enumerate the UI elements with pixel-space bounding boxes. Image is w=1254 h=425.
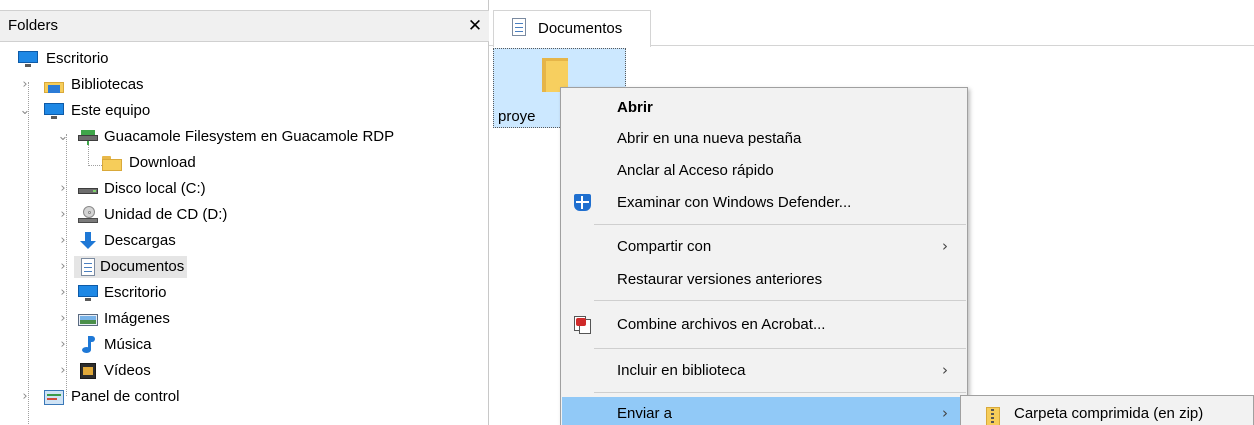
menu-separator: [594, 300, 966, 301]
tree-item-guacamole[interactable]: ⌄ Guacamole Filesystem en Guacamole RDP: [0, 124, 489, 150]
folder-icon: [101, 154, 123, 172]
chevron-right-icon[interactable]: ›: [56, 282, 70, 304]
folders-title: Folders: [8, 17, 59, 34]
menu-item-windows-defender[interactable]: Examinar con Windows Defender...: [562, 186, 968, 220]
menu-item-label: Carpeta comprimida (en zip): [1014, 405, 1204, 422]
context-menu: Abrir Abrir en una nueva pestaña Anclar …: [560, 87, 968, 425]
menu-item-incluir-biblioteca[interactable]: Incluir en biblioteca ›: [562, 354, 968, 388]
menu-item-abrir-nueva-pestana[interactable]: Abrir en una nueva pestaña: [562, 122, 968, 156]
menu-item-enviar-a[interactable]: Enviar a ›: [562, 397, 968, 425]
menu-item-label: Examinar con Windows Defender...: [617, 194, 852, 211]
send-to-submenu: Carpeta comprimida (en zip): [960, 395, 1254, 425]
control-panel-icon: [43, 388, 65, 406]
pictures-icon: [77, 310, 99, 328]
menu-separator: [594, 392, 966, 393]
tree-item-download[interactable]: Download: [0, 150, 489, 176]
tree-item-label: Descargas: [104, 232, 176, 249]
tree-item-imagenes[interactable]: › Imágenes: [0, 306, 489, 332]
tab-strip: Documentos: [489, 10, 1254, 47]
folders-pane: Folders ✕ Escritorio › Bibliotecas ⌄ Est…: [0, 0, 489, 425]
tree-item-label: Panel de control: [71, 388, 180, 405]
tree-item-label: Música: [104, 336, 152, 353]
tree-item-label: Disco local (C:): [104, 180, 206, 197]
tree-item-descargas[interactable]: › Descargas: [0, 228, 489, 254]
music-icon: [77, 336, 99, 354]
desktop-icon: [77, 284, 99, 302]
tree-item-escritorio-root[interactable]: Escritorio: [0, 46, 489, 72]
tree-item-disco-local[interactable]: › Disco local (C:): [0, 176, 489, 202]
tree-item-label: Download: [129, 154, 196, 171]
downloads-icon: [77, 232, 99, 250]
chevron-right-icon[interactable]: ›: [56, 204, 70, 226]
menu-item-label: Combine archivos en Acrobat...: [617, 316, 826, 333]
tree-item-label: Vídeos: [104, 362, 151, 379]
tree-item-unidad-cd[interactable]: › Unidad de CD (D:): [0, 202, 489, 228]
tree-item-label: Unidad de CD (D:): [104, 206, 228, 223]
menu-item-anclar-acceso-rapido[interactable]: Anclar al Acceso rápido: [562, 154, 968, 188]
chevron-right-icon[interactable]: ›: [56, 178, 70, 200]
chevron-right-icon[interactable]: ›: [56, 256, 70, 278]
network-drive-icon: [77, 128, 99, 146]
menu-item-compartir-con[interactable]: Compartir con ›: [562, 230, 968, 264]
menu-item-restaurar-versiones[interactable]: Restaurar versiones anteriores: [562, 263, 968, 297]
menu-item-label: Anclar al Acceso rápido: [617, 162, 774, 179]
chevron-right-icon[interactable]: ›: [56, 308, 70, 330]
tree-item-label: Escritorio: [46, 50, 109, 67]
menu-item-label: Restaurar versiones anteriores: [617, 271, 823, 288]
chevron-down-icon[interactable]: ⌄: [56, 126, 70, 148]
tree-item-musica[interactable]: › Música: [0, 332, 489, 358]
windows-defender-icon: [572, 193, 594, 213]
menu-item-abrir[interactable]: Abrir: [562, 91, 968, 125]
menu-item-label: Abrir en una nueva pestaña: [617, 130, 802, 147]
acrobat-icon: [572, 315, 594, 335]
libraries-icon: [43, 76, 65, 94]
tree-item-label: Este equipo: [71, 102, 151, 119]
cd-drive-icon: [77, 206, 99, 224]
menu-item-carpeta-comprimida[interactable]: Carpeta comprimida (en zip): [962, 398, 1254, 425]
menu-item-label: Incluir en biblioteca: [617, 362, 746, 379]
tree-item-escritorio[interactable]: › Escritorio: [0, 280, 489, 306]
file-name: proye: [498, 108, 536, 125]
chevron-right-icon[interactable]: ›: [56, 360, 70, 382]
tree-item-bibliotecas[interactable]: › Bibliotecas: [0, 72, 489, 98]
tree-item-videos[interactable]: › Vídeos: [0, 358, 489, 384]
chevron-right-icon[interactable]: ›: [56, 230, 70, 252]
menu-separator: [594, 224, 966, 225]
tree-item-panel-control[interactable]: › Panel de control: [0, 384, 489, 410]
tree-item-label: Bibliotecas: [71, 76, 144, 93]
chevron-right-icon[interactable]: ›: [56, 334, 70, 356]
chevron-right-icon: ›: [942, 404, 948, 422]
menu-item-label: Compartir con: [617, 238, 712, 255]
menu-item-combine-acrobat[interactable]: Combine archivos en Acrobat...: [562, 308, 968, 342]
tree-item-label: Escritorio: [104, 284, 167, 301]
tree-item-este-equipo[interactable]: ⌄ Este equipo: [0, 98, 489, 124]
chevron-right-icon: ›: [942, 237, 948, 255]
chevron-down-icon[interactable]: ⌄: [18, 100, 32, 122]
menu-item-label: Abrir: [617, 99, 653, 116]
tree-item-documentos[interactable]: › Documentos: [0, 254, 489, 280]
videos-icon: [77, 362, 99, 380]
documents-icon: [77, 258, 99, 276]
zip-folder-icon: [972, 405, 1000, 425]
documents-icon: [508, 18, 530, 36]
chevron-right-icon[interactable]: ›: [18, 386, 32, 408]
tree-item-label: Guacamole Filesystem en Guacamole RDP: [104, 128, 395, 145]
local-disk-icon: [77, 180, 99, 198]
tree-item-label: Imágenes: [104, 310, 170, 327]
chevron-right-icon: ›: [942, 361, 948, 379]
menu-item-label: Enviar a: [617, 405, 673, 422]
tab-documentos[interactable]: Documentos: [493, 10, 651, 47]
folders-header: Folders ✕: [0, 10, 489, 42]
tab-label: Documentos: [538, 20, 623, 37]
this-pc-icon: [43, 102, 65, 120]
menu-separator: [594, 348, 966, 349]
close-icon[interactable]: ✕: [466, 16, 484, 36]
chevron-right-icon[interactable]: ›: [18, 74, 32, 96]
desktop-icon: [17, 50, 39, 68]
